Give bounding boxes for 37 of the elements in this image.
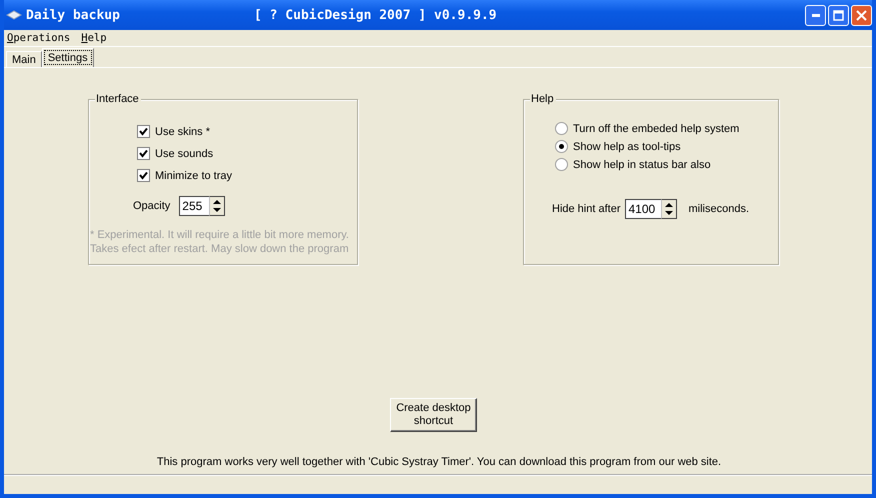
window-caption: [ ? CubicDesign 2007 ] v0.9.9.9 bbox=[254, 8, 497, 22]
footer-text: This program works very well together with 'Cubic Systray Timer'. You can download this program from our web site. bbox=[156, 456, 722, 470]
window-title: Daily backup bbox=[26, 8, 121, 22]
number-field[interactable]: 4100 bbox=[625, 199, 662, 219]
checkbox[interactable] bbox=[137, 125, 150, 138]
unit-label: miliseconds. bbox=[688, 203, 750, 215]
radio-label: Show help as tool-tips bbox=[573, 140, 681, 152]
spin-arrows-icon[interactable] bbox=[209, 196, 226, 216]
group-title: Help bbox=[531, 93, 554, 105]
checkbox-label: Use skins * bbox=[155, 126, 210, 138]
note-text: * Experimental. It will require a little bit more memory. Takes efect after restart. May slow down the program bbox=[89, 228, 350, 256]
menu-item[interactable]: Operations bbox=[7, 32, 70, 44]
hint-label: Hide hint after bbox=[552, 203, 620, 215]
checkbox[interactable] bbox=[137, 147, 150, 160]
tab[interactable]: Settings bbox=[42, 48, 94, 67]
close-button[interactable] bbox=[851, 4, 872, 26]
close-icon bbox=[856, 10, 867, 20]
number-field[interactable]: 255 bbox=[179, 196, 210, 216]
radio-button[interactable] bbox=[555, 122, 568, 135]
radio-label: Show help in status bar also bbox=[573, 158, 711, 170]
checkbox-label: Use sounds bbox=[155, 148, 214, 160]
minimize-button[interactable] bbox=[805, 4, 826, 26]
radio-label: Turn off the embeded help system bbox=[573, 122, 740, 134]
group-title: Interface bbox=[96, 93, 139, 105]
app-icon bbox=[6, 9, 22, 21]
create-shortcut-button[interactable]: Create desktop shortcut bbox=[390, 398, 477, 432]
radio-button[interactable] bbox=[555, 140, 568, 153]
maximize-button[interactable] bbox=[828, 4, 849, 26]
minimize-icon bbox=[812, 14, 820, 16]
opacity-label: Opacity bbox=[133, 200, 170, 212]
tab[interactable]: Main bbox=[6, 51, 42, 67]
checkbox-label: Minimize to tray bbox=[155, 170, 232, 182]
maximize-icon bbox=[833, 10, 844, 20]
radio-button[interactable] bbox=[555, 158, 568, 171]
menu-item[interactable]: Help bbox=[81, 32, 107, 44]
spin-arrows-icon[interactable] bbox=[661, 199, 678, 219]
checkbox[interactable] bbox=[137, 169, 150, 182]
